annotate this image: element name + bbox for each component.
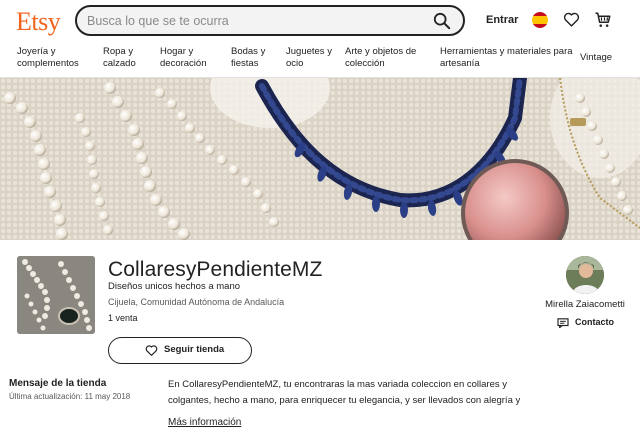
announcement-text: En CollaresyPendienteMZ, tu encontraras …: [168, 379, 521, 406]
top-bar: Etsy Entrar: [0, 0, 640, 42]
category-nav: Joyería y complementos Ropa y calzado Ho…: [0, 42, 640, 78]
spain-flag-icon[interactable]: [532, 12, 548, 28]
shop-tagline: Diseños unicos hechos a mano: [108, 281, 241, 292]
message-icon: [557, 318, 569, 328]
shop-sales-count[interactable]: 1 venta: [108, 313, 138, 323]
signin-button[interactable]: Entrar: [486, 14, 518, 26]
shop-banner-image: [0, 78, 640, 240]
etsy-logo[interactable]: Etsy: [16, 7, 61, 37]
contact-label: Contacto: [575, 317, 614, 327]
nav-item-weddings[interactable]: Bodas y fiestas: [231, 46, 265, 70]
search-bar[interactable]: [75, 5, 465, 36]
read-more-link[interactable]: Más información: [168, 417, 241, 428]
shop-icon-image[interactable]: [17, 256, 95, 334]
shop-header: CollaresyPendienteMZ Diseños unicos hech…: [0, 240, 640, 364]
nav-item-home[interactable]: Hogar y decoración: [160, 46, 206, 70]
shop-name: CollaresyPendienteMZ: [108, 258, 323, 281]
owner-avatar[interactable]: [566, 256, 604, 294]
cart-icon[interactable]: [594, 11, 612, 29]
search-input[interactable]: [87, 12, 417, 30]
necklaces-photo: [0, 78, 640, 240]
nav-item-art[interactable]: Arte y objetos de colección: [345, 46, 416, 70]
shop-location: Cijuela, Comunidad Autónoma de Andalucía: [108, 297, 285, 307]
nav-item-clothing[interactable]: Ropa y calzado: [103, 46, 136, 70]
favorites-heart-icon[interactable]: [563, 11, 580, 28]
nav-item-toys[interactable]: Juguetes y ocio: [286, 46, 332, 70]
announcement-updated: Última actualización: 11 may 2018: [9, 392, 131, 401]
contact-owner-button[interactable]: Contacto: [557, 317, 627, 331]
search-icon[interactable]: [433, 12, 451, 30]
nav-item-jewelry[interactable]: Joyería y complementos: [17, 46, 79, 70]
nav-item-craft-supplies[interactable]: Herramientas y materiales para artesanía: [440, 46, 573, 70]
nav-item-vintage[interactable]: Vintage: [580, 52, 612, 64]
owner-name[interactable]: Mirella Zaiacometti: [540, 299, 630, 310]
shop-announcement: Mensaje de la tienda Última actualizació…: [0, 350, 640, 432]
announcement-title: Mensaje de la tienda: [9, 378, 107, 389]
